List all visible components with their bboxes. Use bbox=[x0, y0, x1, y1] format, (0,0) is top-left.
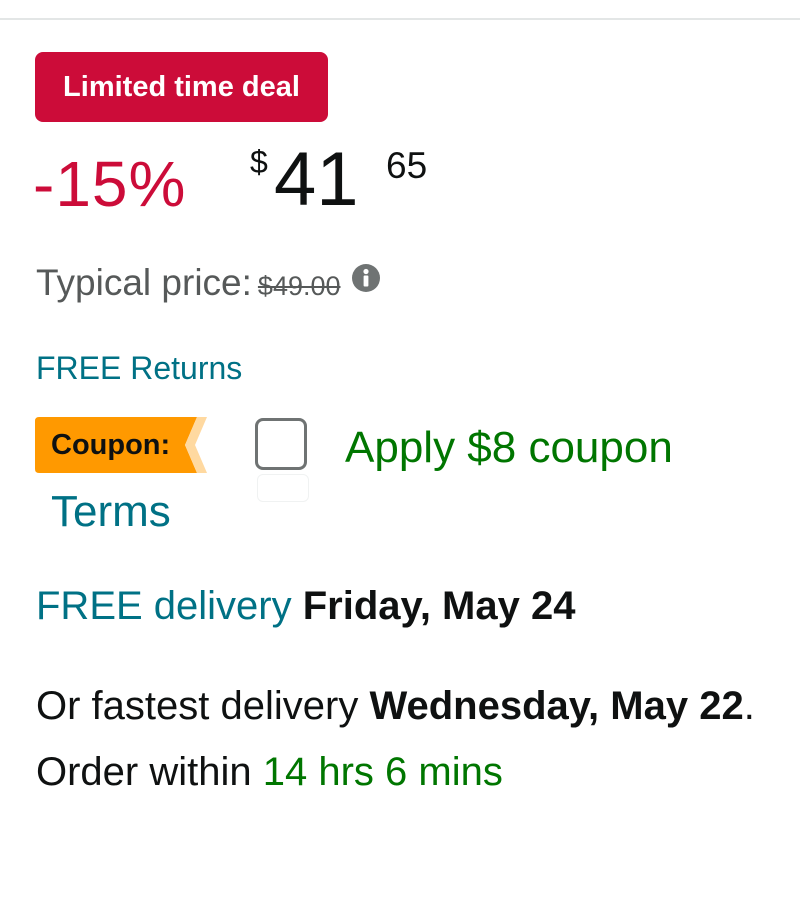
order-countdown: 14 hrs 6 mins bbox=[262, 750, 503, 794]
coupon-terms-link[interactable]: Terms bbox=[51, 484, 171, 540]
apply-coupon-checkbox[interactable] bbox=[255, 418, 307, 470]
free-delivery-link[interactable]: FREE delivery bbox=[36, 584, 292, 628]
fastest-delivery-prefix: Or fastest delivery bbox=[36, 684, 359, 728]
fastest-delivery-date: Wednesday, May 22 bbox=[369, 684, 744, 728]
info-icon[interactable] bbox=[351, 253, 381, 309]
free-returns-link[interactable]: FREE Returns bbox=[36, 346, 242, 390]
discount-percentage: -15% bbox=[33, 148, 187, 220]
price-fraction: 65 bbox=[386, 145, 428, 186]
price-whole: 41 bbox=[274, 137, 359, 222]
typical-price-label: Typical price: bbox=[36, 262, 252, 303]
coupon-tag: Coupon: bbox=[35, 417, 207, 473]
limited-time-deal-badge: Limited time deal bbox=[35, 52, 328, 122]
typical-price-value: $49.00 bbox=[257, 271, 341, 301]
coupon-tag-label: Coupon: bbox=[51, 429, 171, 461]
checkbox-underlay bbox=[257, 474, 309, 502]
price-currency-symbol: $ bbox=[250, 144, 268, 180]
free-delivery-date: Friday, May 24 bbox=[302, 584, 576, 628]
typical-price-row: Typical price: $49.00 bbox=[36, 255, 381, 314]
apply-coupon-label[interactable]: Apply $8 coupon bbox=[345, 420, 673, 476]
free-delivery-row: FREE delivery Friday, May 24 bbox=[36, 578, 575, 634]
top-divider bbox=[0, 18, 800, 20]
fastest-delivery-text: Or fastest delivery Wednesday, May 22. O… bbox=[36, 673, 756, 805]
